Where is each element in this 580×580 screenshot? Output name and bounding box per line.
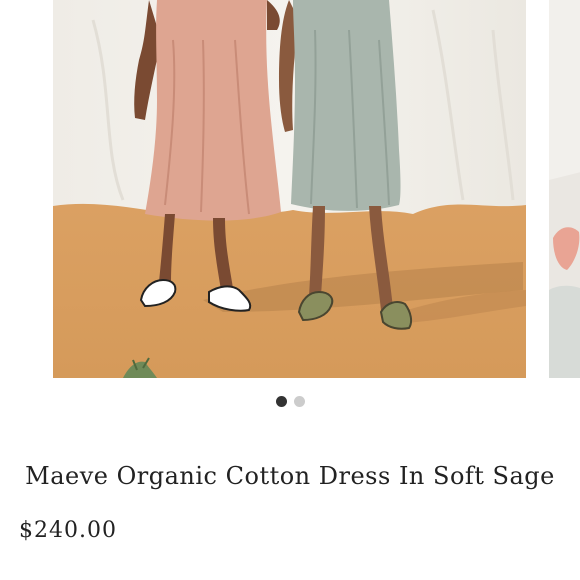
carousel-dot-2[interactable] (293, 396, 305, 407)
carousel-pagination (0, 396, 580, 407)
product-photo (53, 0, 526, 378)
next-photo (549, 0, 580, 378)
product-image-carousel[interactable] (0, 0, 580, 420)
product-image-next-peek[interactable] (549, 0, 580, 378)
product-price: $240.00 (19, 518, 117, 543)
product-title: Maeve Organic Cotton Dress In Soft Sage (25, 462, 555, 490)
carousel-dot-1[interactable] (275, 396, 287, 407)
product-image-main[interactable] (53, 0, 526, 378)
